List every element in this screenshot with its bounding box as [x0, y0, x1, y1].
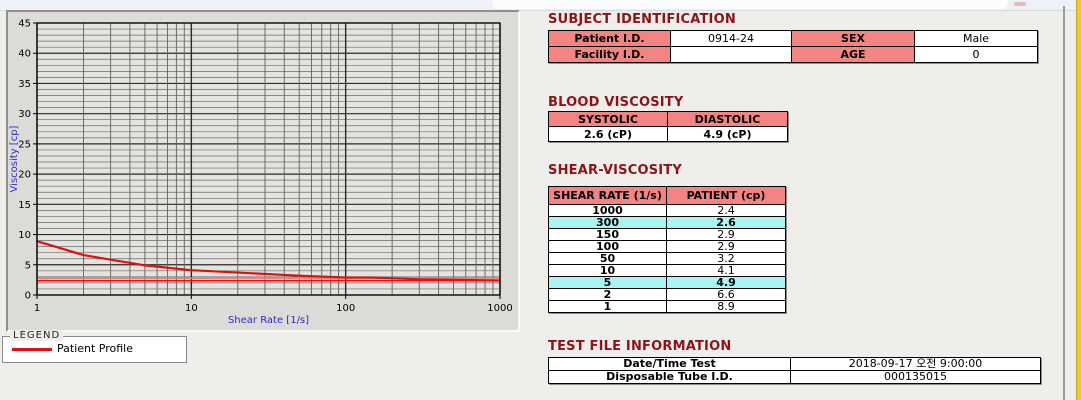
table-row: 10002.4	[549, 205, 786, 217]
table-row: Disposable Tube I.D. 000135015	[549, 371, 1041, 384]
age-value-cell: 0	[915, 47, 1038, 63]
svg-text:45: 45	[18, 19, 31, 30]
table-row: 26.6	[549, 289, 786, 301]
disposable-tube-id-value-cell: 000135015	[791, 371, 1041, 384]
legend-entry-label: Patient Profile	[57, 342, 133, 355]
window-right-border-highlight	[1065, 6, 1066, 400]
diastolic-header-cell: DIASTOLIC	[668, 112, 788, 127]
table-row: 104.1	[549, 265, 786, 277]
facility-id-value-cell	[671, 47, 792, 63]
patient-value-cell: 6.6	[667, 289, 786, 301]
table-row-highlighted: 3002.6	[549, 217, 786, 229]
patient-id-label-cell: Patient I.D.	[549, 31, 671, 47]
table-row-highlighted: 54.9	[549, 277, 786, 289]
table-row: SYSTOLIC DIASTOLIC	[549, 112, 788, 127]
test-file-information-heading: TEST FILE INFORMATION	[548, 339, 731, 354]
shear-rate-header-cell: SHEAR RATE (1/s)	[549, 187, 667, 205]
svg-text:35: 35	[18, 79, 31, 90]
patient-value-cell: 3.2	[667, 253, 786, 265]
systolic-value-cell: 2.6 (cP)	[549, 127, 668, 142]
background-window-edge	[1076, 0, 1081, 400]
table-row: Patient I.D. 0914-24 SEX Male	[549, 31, 1038, 47]
svg-text:20: 20	[18, 170, 31, 181]
window-top-tab	[492, 0, 1008, 9]
shear-rate-cell: 5	[549, 277, 667, 289]
shear-viscosity-heading: SHEAR-VISCOSITY	[548, 163, 682, 178]
subject-identification-heading: SUBJECT IDENTIFICATION	[548, 12, 736, 27]
patient-value-cell: 4.9	[667, 277, 786, 289]
shear-rate-cell: 1	[549, 301, 667, 313]
patient-header-cell: PATIENT (cp)	[667, 187, 786, 205]
disposable-tube-id-label-cell: Disposable Tube I.D.	[549, 371, 791, 384]
patient-value-cell: 2.4	[667, 205, 786, 217]
window-top-pink-mark	[1014, 2, 1026, 6]
svg-text:1: 1	[34, 303, 40, 314]
sex-value-cell: Male	[915, 31, 1038, 47]
table-row: 2.6 (cP) 4.9 (cP)	[549, 127, 788, 142]
facility-id-label-cell: Facility I.D.	[549, 47, 671, 63]
date-time-test-value-cell: 2018-09-17 오전 9:00:00	[791, 358, 1041, 371]
legend-line-swatch	[12, 348, 52, 351]
legend-box: LEGEND Patient Profile	[2, 336, 187, 363]
svg-text:15: 15	[18, 200, 31, 211]
patient-value-cell: 2.9	[667, 229, 786, 241]
svg-text:Viscosity [cp]: Viscosity [cp]	[9, 125, 20, 192]
date-time-test-label-cell: Date/Time Test	[549, 358, 791, 371]
shear-viscosity-plot: 0 5 10 15 20 25 30 35 40 45 1 10 100 1000 Shear Rate […	[8, 12, 518, 330]
subject-identification-table: Patient I.D. 0914-24 SEX Male Facility I…	[548, 30, 1038, 63]
svg-text:5: 5	[25, 260, 31, 271]
test-file-information-table: Date/Time Test 2018-09-17 오전 9:00:00 Dis…	[548, 357, 1041, 384]
shear-viscosity-chart-panel: 0 5 10 15 20 25 30 35 40 45 1 10 100 1000 Shear Rate […	[6, 10, 520, 332]
blood-viscosity-table: SYSTOLIC DIASTOLIC 2.6 (cP) 4.9 (cP)	[548, 111, 788, 142]
shear-viscosity-table: SHEAR RATE (1/s) PATIENT (cp) 10002.4 30…	[548, 186, 786, 313]
shear-rate-cell: 300	[549, 217, 667, 229]
svg-text:0: 0	[25, 291, 31, 302]
patient-value-cell: 2.6	[667, 217, 786, 229]
svg-text:25: 25	[18, 139, 31, 150]
diastolic-value-cell: 4.9 (cP)	[668, 127, 788, 142]
table-row: Facility I.D. AGE 0	[549, 47, 1038, 63]
svg-text:100: 100	[336, 303, 355, 314]
blood-viscosity-report-screen: 0510152025303540451101001000Shear Rate […	[0, 0, 1081, 400]
svg-text:30: 30	[18, 109, 31, 120]
legend-title: LEGEND	[10, 330, 63, 341]
svg-text:10: 10	[185, 303, 198, 314]
table-row: Date/Time Test 2018-09-17 오전 9:00:00	[549, 358, 1041, 371]
age-label-cell: AGE	[792, 47, 915, 63]
table-row: 1002.9	[549, 241, 786, 253]
patient-value-cell: 4.1	[667, 265, 786, 277]
systolic-header-cell: SYSTOLIC	[549, 112, 668, 127]
table-row: 503.2	[549, 253, 786, 265]
svg-text:10: 10	[18, 230, 31, 241]
shear-rate-cell: 1000	[549, 205, 667, 217]
sex-label-cell: SEX	[792, 31, 915, 47]
svg-text:40: 40	[18, 49, 31, 60]
svg-text:1000: 1000	[487, 303, 512, 314]
svg-text:Shear Rate [1/s]: Shear Rate [1/s]	[228, 315, 309, 326]
patient-value-cell: 2.9	[667, 241, 786, 253]
shear-viscosity-chart: 0 5 10 15 20 25 30 35 40 45 1 10 100 1000 Shear Rate […	[8, 12, 518, 330]
shear-rate-cell: 10	[549, 265, 667, 277]
table-row: SHEAR RATE (1/s) PATIENT (cp)	[549, 187, 786, 205]
shear-rate-cell: 2	[549, 289, 667, 301]
patient-id-value-cell: 0914-24	[671, 31, 792, 47]
table-row: 1502.9	[549, 229, 786, 241]
shear-rate-cell: 100	[549, 241, 667, 253]
shear-rate-cell: 150	[549, 229, 667, 241]
blood-viscosity-heading: BLOOD VISCOSITY	[548, 95, 683, 110]
shear-rate-cell: 50	[549, 253, 667, 265]
table-row: 18.9	[549, 301, 786, 313]
patient-value-cell: 8.9	[667, 301, 786, 313]
